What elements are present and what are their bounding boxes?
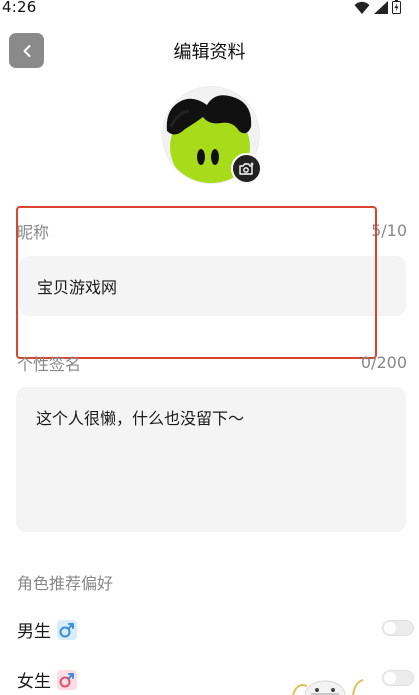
preference-option-label: 男生 [17, 622, 51, 642]
header: 编辑资料 [0, 28, 419, 72]
status-bar: 4:26 [0, 0, 419, 18]
signature-count: 0/200 [360, 353, 407, 372]
nickname-label: 昵称 [17, 223, 50, 242]
avatar-container[interactable] [162, 86, 262, 184]
wifi-icon [354, 1, 370, 14]
change-avatar-button[interactable] [231, 153, 262, 184]
battery-charging-icon [392, 0, 401, 14]
female-symbol-icon [57, 669, 77, 690]
nickname-count: 5/10 [371, 221, 407, 240]
signature-value: 这个人很懒，什么也没留下～ [36, 409, 245, 428]
camera-icon [239, 162, 254, 175]
preference-option-male: 男生 [17, 617, 77, 642]
page-title: 编辑资料 [173, 42, 246, 63]
preference-option-female: 女生 [17, 667, 77, 692]
preference-section-label: 角色推荐偏好 [17, 574, 114, 593]
cell-signal-icon [374, 0, 388, 14]
signature-label: 个性签名 [17, 355, 82, 374]
preference-option-label: 女生 [17, 672, 51, 692]
nickname-input[interactable]: 宝贝游戏网 [19, 256, 406, 316]
female-preference-toggle[interactable] [382, 670, 414, 686]
status-icons [354, 0, 401, 14]
male-preference-toggle[interactable] [382, 620, 414, 636]
male-symbol-icon [57, 619, 77, 640]
signature-input[interactable]: 这个人很懒，什么也没留下～ [16, 387, 406, 532]
mascot-decoration-icon [292, 679, 364, 695]
status-time: 4:26 [2, 0, 37, 16]
nickname-value: 宝贝游戏网 [37, 278, 118, 297]
